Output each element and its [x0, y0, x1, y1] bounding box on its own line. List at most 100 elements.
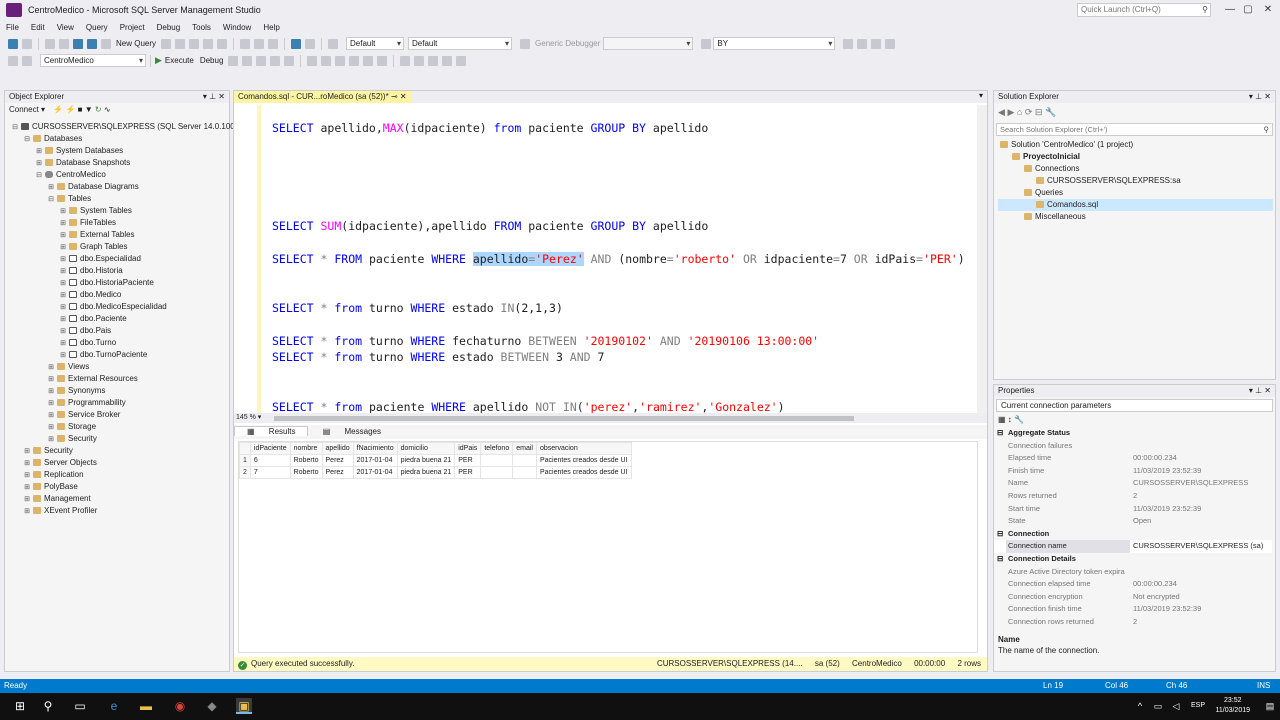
tray-up-icon[interactable]: ^ [1132, 698, 1148, 714]
database-select[interactable]: CentroMedico [40, 54, 146, 67]
clock[interactable]: 23:52 11/03/2019 [1215, 696, 1250, 716]
forward-icon[interactable]: ▶ [1007, 107, 1014, 117]
solution-search-input[interactable]: Search Solution Explorer (Ctrl+') ⚲ [996, 123, 1273, 136]
tree-node[interactable]: ⊟ Databases [5, 133, 229, 145]
property-row[interactable]: Connection finish time 11/03/2019 23:52:3… [994, 603, 1272, 616]
quick-launch-input[interactable]: Quick Launch (Ctrl+Q) ⚲ [1077, 3, 1211, 17]
tree-node[interactable]: ⊞ dbo.Paciente [5, 313, 229, 325]
properties-object-select[interactable]: Current connection parameters [996, 399, 1273, 412]
zoom-select[interactable]: 145 % [236, 414, 256, 421]
increase-indent-icon[interactable] [442, 55, 453, 66]
tab-close-icon[interactable]: ✕ [400, 92, 407, 101]
tree-node[interactable]: ⊟ CURSOSSERVER\SQLEXPRESS (SQL Server 14.… [5, 121, 255, 133]
tree-node[interactable]: ⊞ Storage [5, 421, 229, 433]
code-editor[interactable]: SELECT apellido,MAX(idpaciente) from pac… [234, 105, 987, 413]
maximize-button[interactable]: ▢ [1238, 2, 1258, 18]
tree-node[interactable]: ⊞ Security [5, 445, 229, 457]
grid-cell[interactable]: Pacientes creados desde UI [535, 454, 632, 467]
new-query-button[interactable]: New Query [116, 39, 156, 48]
pin-icon[interactable]: ⊸ [391, 92, 398, 101]
add-item-icon[interactable] [59, 38, 69, 49]
tree-node[interactable]: ⊞ dbo.TurnoPaciente [5, 349, 229, 361]
tree-node[interactable]: ⊞ dbo.Pais [5, 325, 229, 337]
grid-corner[interactable] [239, 442, 251, 455]
back-icon[interactable] [8, 38, 18, 49]
tree-node[interactable]: ⊞ External Resources [5, 373, 229, 385]
comment-icon[interactable] [400, 55, 411, 66]
redo-icon[interactable] [305, 38, 316, 49]
property-row[interactable]: Finish time 11/03/2019 23:52:39 [994, 465, 1272, 478]
tab-results[interactable]: ▦ Results [234, 426, 309, 436]
tree-node[interactable]: ⊞ dbo.MedicoEspecialidad [5, 301, 229, 313]
app-icon[interactable]: ◆ [204, 698, 220, 714]
tree-node[interactable]: ⊞ System Tables [5, 205, 229, 217]
network-icon[interactable]: ▭ [1150, 698, 1166, 714]
menu-file[interactable]: File [0, 23, 25, 32]
property-row[interactable]: Connection failures [994, 440, 1272, 453]
back-icon[interactable]: ◀ [998, 107, 1005, 117]
code-line-3[interactable]: SELECT * FROM paciente WHERE apellido='P… [272, 252, 965, 266]
property-category[interactable]: ⊟ Connection [994, 528, 1272, 541]
uncomment-icon[interactable] [414, 55, 425, 66]
panel-pin-icon[interactable]: ▾ ⊥ ✕ [203, 91, 225, 103]
find-icon[interactable] [701, 38, 712, 49]
grid-cell[interactable]: piedra buena 21 [396, 454, 456, 467]
menu-query[interactable]: Query [80, 23, 114, 32]
tree-node[interactable]: ⊞ dbo.Medico [5, 289, 229, 301]
column-header[interactable]: domicilio [396, 442, 456, 455]
new-query-icon[interactable] [101, 38, 111, 49]
tree-node[interactable]: ⊞ Programmability [5, 397, 229, 409]
copy-icon[interactable] [254, 38, 265, 49]
tree-node[interactable]: ⊞ dbo.Turno [5, 337, 229, 349]
tree-node[interactable]: ⊞ Management [5, 493, 229, 505]
task-view-icon[interactable]: ▭ [72, 698, 88, 714]
tab-messages[interactable]: ▤ Messages [311, 427, 393, 436]
tree-node[interactable]: ⊟ CentroMedico [5, 169, 229, 181]
property-row[interactable]: State Open [994, 515, 1272, 528]
property-row[interactable]: Name CURSOSSERVER\SQLEXPRESS [994, 477, 1272, 490]
results-to-file-icon[interactable] [377, 55, 388, 66]
results-to-text-icon[interactable] [349, 55, 360, 66]
language-indicator[interactable]: ESP [1188, 698, 1208, 714]
edge-icon[interactable]: e [106, 698, 122, 714]
file-explorer-icon[interactable]: ▬ [138, 698, 154, 714]
connect-icon[interactable]: ⚡ [53, 105, 63, 114]
template-explorer-icon[interactable] [871, 38, 882, 49]
tree-node[interactable]: ⊞ Replication [5, 469, 229, 481]
menu-tools[interactable]: Tools [186, 23, 217, 32]
navigate-icon[interactable] [328, 38, 339, 49]
code-line-2[interactable]: SELECT SUM(idpaciente),apellido FROM pac… [272, 219, 708, 233]
tree-node[interactable]: ⊞ Views [5, 361, 229, 373]
panel-pin-icon[interactable]: ▾ ⊥ ✕ [1249, 385, 1271, 397]
menu-debug[interactable]: Debug [151, 23, 187, 32]
menu-project[interactable]: Project [114, 23, 151, 32]
row-number[interactable]: 1 [239, 454, 251, 467]
collapse-icon[interactable]: ⊟ [997, 528, 1003, 541]
refresh-icon[interactable]: ↻ [95, 105, 102, 114]
query-designer-icon[interactable] [270, 55, 281, 66]
connect-dropdown[interactable]: Connect [9, 105, 39, 114]
close-button[interactable]: ✕ [1258, 2, 1278, 18]
toolbox-icon[interactable] [885, 38, 896, 49]
change-connection-icon[interactable] [22, 55, 32, 66]
property-row[interactable]: Connection elapsed time 00:00:00.234 [994, 578, 1272, 591]
results-grid[interactable]: idPaciente nombre apellido fNacimiento domic… [238, 441, 978, 653]
windows-start-icon[interactable]: ⊞ [12, 698, 28, 714]
code-line-1[interactable]: SELECT apellido,MAX(idpaciente) from pac… [272, 121, 708, 135]
tab-dropdown-icon[interactable]: ▾ [979, 91, 983, 100]
generic-debugger-button[interactable]: Generic Debugger [535, 39, 600, 48]
tree-node[interactable]: ⊞ Database Snapshots [5, 157, 229, 169]
specify-values-icon[interactable] [456, 55, 467, 66]
dmx-query-icon[interactable] [189, 38, 200, 49]
property-row[interactable]: Start time 11/03/2019 23:52:39 [994, 503, 1272, 516]
db-engine-query-icon[interactable] [161, 38, 172, 49]
paste-icon[interactable] [268, 38, 279, 49]
client-stats-icon[interactable] [335, 55, 346, 66]
grid-cell[interactable] [512, 466, 537, 479]
menu-edit[interactable]: Edit [25, 23, 51, 32]
tree-node[interactable]: ⊞ FileTables [5, 217, 229, 229]
property-row[interactable]: Connection encryption Not encrypted [994, 591, 1272, 604]
grid-cell[interactable]: 6 [249, 454, 291, 467]
parse-icon[interactable] [242, 55, 253, 66]
tree-node[interactable]: ⊞ Server Objects [5, 457, 229, 469]
